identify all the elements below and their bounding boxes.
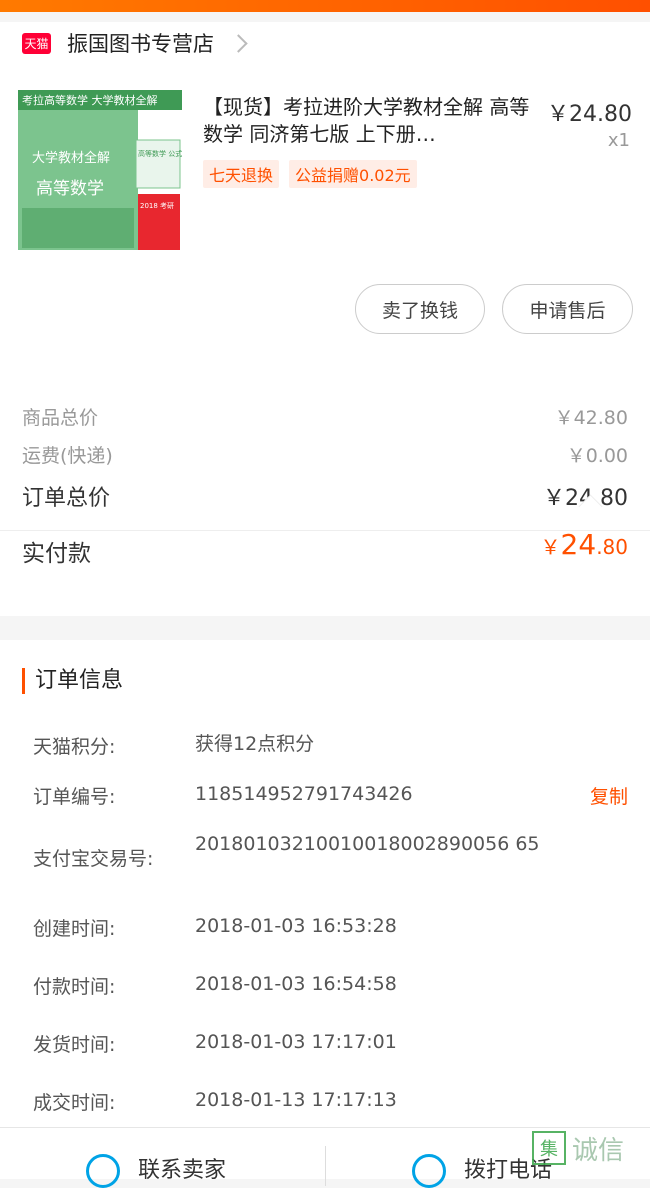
paid-label: 实付款	[22, 541, 91, 567]
info-row: 成交时间: 2018-01-13 17:17:13	[33, 1088, 633, 1115]
tag-return: 七天退换	[203, 160, 280, 188]
goods-total-label: 商品总价	[22, 407, 99, 429]
info-key: 天猫积分:	[33, 736, 116, 758]
watermark-text: 诚信	[572, 1135, 625, 1166]
watermark-logo-icon: 集	[532, 1131, 566, 1165]
goods-total-value: ￥42.80	[554, 407, 628, 429]
product-quantity: x1	[607, 130, 630, 151]
cover-title-text: 大学教材全解	[32, 150, 110, 166]
info-value: 2018-01-03 16:54:58	[195, 973, 397, 995]
cover-badge-top: 高等数学 公式表	[138, 149, 182, 158]
paid-amount: ￥24.80	[541, 528, 628, 561]
info-key: 发货时间:	[33, 1034, 116, 1056]
order-info-title: 订单信息	[22, 668, 123, 694]
info-value: 20180103210010018002890056 65	[195, 833, 540, 855]
contact-seller-label: 联系卖家	[138, 1158, 227, 1183]
service-tags: 七天退换 公益捐赠0.02元	[203, 160, 427, 188]
phone-icon	[412, 1154, 446, 1188]
top-accent-bar	[0, 0, 650, 12]
info-value: 获得12点积分	[195, 733, 315, 755]
cover-badge-bottom: 2018 考研	[140, 202, 174, 210]
tag-charity: 公益捐赠0.02元	[289, 160, 417, 188]
order-total-label: 订单总价	[22, 486, 111, 511]
info-row: 支付宝交易号: 20180103210010018002890056 65	[33, 833, 633, 871]
info-row: 创建时间: 2018-01-03 16:53:28	[33, 914, 633, 941]
info-value: 2018-01-03 16:53:28	[195, 915, 397, 937]
watermark: 集 诚信	[532, 1128, 650, 1168]
info-value: 2018-01-03 17:17:01	[195, 1031, 397, 1053]
tmall-logo-icon: 天猫	[22, 32, 51, 54]
product-price: ￥24.80	[547, 102, 632, 127]
order-total-row: 订单总价 ￥24.80	[22, 480, 628, 512]
footer-separator	[325, 1146, 326, 1186]
info-key: 成交时间:	[33, 1092, 116, 1114]
info-row: 付款时间: 2018-01-03 16:54:58	[33, 972, 633, 999]
chat-icon	[86, 1154, 120, 1188]
after-sale-button[interactable]: 申请售后	[502, 284, 633, 334]
sell-button[interactable]: 卖了换钱	[355, 284, 485, 334]
info-key: 支付宝交易号:	[33, 848, 154, 870]
info-row: 发货时间: 2018-01-03 17:17:01	[33, 1030, 633, 1057]
call-button[interactable]: 拨打电话	[412, 1128, 552, 1188]
info-key: 付款时间:	[33, 976, 116, 998]
product-title[interactable]: 【现货】考拉进阶大学教材全解 高等数学 同济第七版 上下册…	[203, 94, 535, 148]
paid-decimal: .80	[596, 535, 628, 559]
store-name[interactable]: 振国图书专营店	[67, 28, 214, 58]
order-number: 118514952791743426	[195, 783, 413, 805]
shipping-value: ￥0.00	[566, 445, 628, 467]
chevron-right-icon	[229, 33, 248, 53]
product-thumbnail[interactable]: 考拉高等数学 大学教材全解 大学教材全解 高等数学 高等数学 公式表 2018 …	[18, 90, 182, 256]
shipping-row: 运费(快递) ￥0.00	[22, 441, 628, 468]
store-header[interactable]: 天猫 振国图书专营店	[22, 28, 248, 58]
cover-subtitle-text: 高等数学	[36, 179, 104, 199]
shipping-label: 运费(快递)	[22, 445, 113, 467]
info-key: 订单编号:	[33, 786, 116, 808]
info-value: 2018-01-13 17:17:13	[195, 1089, 397, 1111]
info-row: 天猫积分: 获得12点积分	[33, 732, 633, 759]
goods-total-row: 商品总价 ￥42.80	[22, 403, 628, 430]
info-row: 订单编号: 118514952791743426	[33, 782, 633, 809]
copy-button[interactable]: 复制	[590, 782, 628, 809]
cover-header-text: 考拉高等数学 大学教材全解	[22, 93, 158, 107]
info-key: 创建时间:	[33, 918, 116, 940]
paid-integer: 24	[560, 528, 597, 561]
contact-seller-button[interactable]: 联系卖家	[86, 1128, 226, 1188]
paid-currency: ￥	[540, 535, 561, 559]
